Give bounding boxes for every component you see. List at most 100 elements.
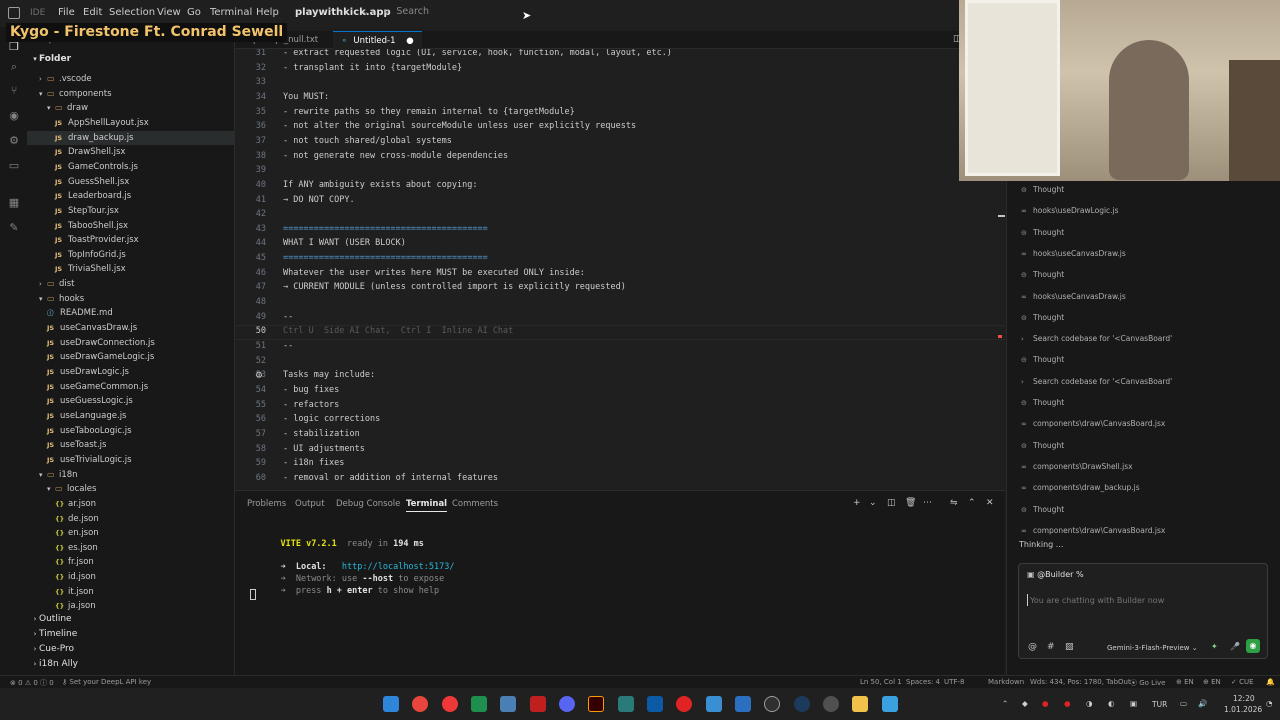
more-icon[interactable]: ⋯ — [923, 498, 932, 508]
tree-file[interactable]: JS useDrawConnection.js — [27, 336, 234, 350]
tray-chevron-icon[interactable]: ⌃ — [1002, 699, 1008, 708]
search-icon[interactable]: ⌕ — [8, 61, 20, 73]
microphone-icon[interactable]: 🎤 — [1230, 642, 1240, 651]
tree-file[interactable]: JS GuessShell.jsx — [27, 175, 234, 189]
agent-step-file[interactable]: ∞ components\draw\CanvasBoard.jsx — [1021, 418, 1165, 430]
extensions-icon[interactable]: ⚙ — [8, 135, 20, 147]
windows-start-icon[interactable] — [383, 696, 399, 712]
section-timeline[interactable]: › Timeline — [27, 627, 234, 642]
discord-icon[interactable] — [559, 696, 575, 712]
command-search[interactable]: ⌕ Search — [384, 6, 864, 22]
filezilla-icon[interactable] — [530, 696, 546, 712]
agent-step-thought[interactable]: ⊝ Thought — [1021, 440, 1064, 452]
vivaldi-icon[interactable] — [442, 696, 458, 712]
project-name[interactable]: playwithkick.app — [295, 7, 391, 18]
agent-step-file[interactable]: ∞ components\draw\CanvasBoard.jsx — [1021, 525, 1165, 537]
menu-view[interactable]: View — [157, 7, 181, 18]
section-outline[interactable]: › Outline — [27, 612, 234, 627]
chevron-down-icon[interactable]: ⌄ — [362, 7, 369, 16]
tree-file[interactable]: JS AppShellLayout.jsx — [27, 116, 234, 130]
tree-file[interactable]: JS useCanvasDraw.js — [27, 321, 234, 335]
tab-output[interactable]: Output — [295, 499, 325, 509]
tree-file[interactable]: JS useToast.js — [27, 438, 234, 452]
lang-status-1[interactable]: ⊕ EN — [1176, 678, 1194, 686]
agent-step-thought[interactable]: ⊝ Thought — [1021, 184, 1064, 196]
agent-step-thought[interactable]: ⊝ Thought — [1021, 269, 1064, 281]
run-debug-icon[interactable]: ◉ — [8, 110, 20, 122]
source-control-icon[interactable]: ⑂ — [8, 85, 20, 97]
tree-file[interactable]: {} fr.json — [27, 555, 234, 569]
code-editor[interactable]: 31 - extract requested logic (UI, service… — [235, 49, 1005, 489]
chevron-down-icon[interactable]: ⌄ — [869, 498, 877, 508]
lang-status-2[interactable]: ⊕ EN — [1203, 678, 1221, 686]
tree-folder[interactable]: ▾ ▭ hooks — [27, 292, 234, 306]
files-icon[interactable]: ❐ — [8, 41, 20, 53]
tree-file[interactable]: JS useGuessLogic.js — [27, 394, 234, 408]
mention-icon[interactable]: @ — [1028, 642, 1037, 652]
obs-icon[interactable] — [764, 696, 780, 712]
menu-help[interactable]: Help — [256, 7, 279, 18]
tree-file[interactable]: {} en.json — [27, 526, 234, 540]
tray-icon-3[interactable]: ● — [1064, 699, 1071, 708]
tree-file[interactable]: JS useDrawGameLogic.js — [27, 350, 234, 364]
menu-file[interactable]: File — [58, 7, 75, 18]
close-icon[interactable]: ✕ — [986, 498, 994, 508]
cue-status[interactable]: ✓ CUE — [1231, 678, 1254, 686]
problems-counter[interactable]: ⊗ 0 ⚠ 0 ⓘ 0 — [10, 678, 54, 688]
send-icon[interactable]: ◉ — [1246, 639, 1260, 653]
tree-file[interactable]: {} ar.json — [27, 497, 234, 511]
tree-file[interactable]: JS useLanguage.js — [27, 409, 234, 423]
tab-terminal[interactable]: Terminal — [406, 499, 448, 512]
illustrator-icon[interactable] — [588, 696, 604, 712]
tree-folder[interactable]: › ▭ dist — [27, 277, 234, 291]
agent-step-thought[interactable]: ⊝ Thought — [1021, 312, 1064, 324]
tray-icon-1[interactable]: ◆ — [1022, 699, 1028, 708]
tray-icon-6[interactable]: ▣ — [1130, 699, 1137, 708]
trash-icon[interactable]: 🗑 — [905, 498, 916, 508]
tree-file[interactable]: {} id.json — [27, 570, 234, 584]
remote-icon[interactable]: ▭ — [8, 160, 20, 172]
bell-icon[interactable]: 🔔 — [1266, 678, 1275, 686]
cursor-position[interactable]: Ln 50, Col 1 — [860, 678, 902, 686]
network-icon[interactable]: ▭ — [1180, 699, 1187, 708]
agent-step-file[interactable]: ∞ hooks\useDrawLogic.js — [1021, 205, 1119, 217]
go-live-button[interactable]: ⦿ Go Live — [1130, 678, 1165, 688]
tray-icon-2[interactable]: ● — [1042, 699, 1049, 708]
tree-file[interactable]: JS TriviaShell.jsx — [27, 262, 234, 276]
layout-icon[interactable]: ⇋ — [950, 498, 958, 508]
agent-step-search[interactable]: › Search codebase for '<CanvasBoard' — [1021, 376, 1172, 388]
tree-file[interactable]: JS TopInfoGrid.js — [27, 248, 234, 262]
tree-file[interactable]: JS useTrivialLogic.js — [27, 453, 234, 467]
tree-file[interactable]: JS useGameCommon.js — [27, 380, 234, 394]
section-cue-pro[interactable]: › Cue-Pro — [27, 642, 234, 657]
agent-step-thought[interactable]: ⊝ Thought — [1021, 227, 1064, 239]
tab-untitled-1[interactable]: ⚬ Untitled-1 ● — [333, 31, 422, 49]
keyboard-language[interactable]: TUR — [1152, 700, 1167, 709]
encoding[interactable]: UTF-8 — [944, 678, 964, 686]
agent-step-file[interactable]: ∞ components\draw_backup.js — [1021, 482, 1140, 494]
tree-folder[interactable]: ▾ ▭ i18n — [27, 468, 234, 482]
app-menu-icon[interactable] — [8, 7, 20, 19]
add-terminal-icon[interactable]: + — [853, 498, 861, 508]
deepl-status[interactable]: ⚷ Set your DeepL API key — [62, 678, 151, 686]
agent-step-file[interactable]: ∞ hooks\useCanvasDraw.js — [1021, 291, 1126, 303]
tray-icon-5[interactable]: ◐ — [1108, 699, 1115, 708]
split-terminal-icon[interactable]: ◫ — [887, 498, 896, 508]
steam-icon[interactable] — [794, 696, 810, 712]
agent-step-search[interactable]: › Search codebase for '<CanvasBoard' — [1021, 333, 1172, 345]
chat-input[interactable] — [1027, 594, 1259, 606]
tree-folder[interactable]: ▾ ▭ draw — [27, 101, 234, 115]
file-explorer-icon[interactable] — [852, 696, 868, 712]
tree-file[interactable]: ⓘ README.md — [27, 306, 234, 320]
language-mode[interactable]: Markdown — [988, 678, 1024, 686]
indentation[interactable]: Spaces: 4 — [906, 678, 940, 686]
tree-folder[interactable]: ▾ ▭ locales — [27, 482, 234, 496]
notes-icon[interactable] — [882, 696, 898, 712]
tree-folder[interactable]: ▾ ▭ components — [27, 87, 234, 101]
section-i18n-ally[interactable]: › i18n Ally — [27, 657, 234, 672]
chrome-icon[interactable] — [412, 696, 428, 712]
tree-file[interactable]: JS GameControls.js — [27, 160, 234, 174]
notification-icon[interactable]: ◔ — [1266, 699, 1273, 708]
media-icon[interactable] — [676, 696, 692, 712]
ide-icon[interactable] — [471, 696, 487, 712]
